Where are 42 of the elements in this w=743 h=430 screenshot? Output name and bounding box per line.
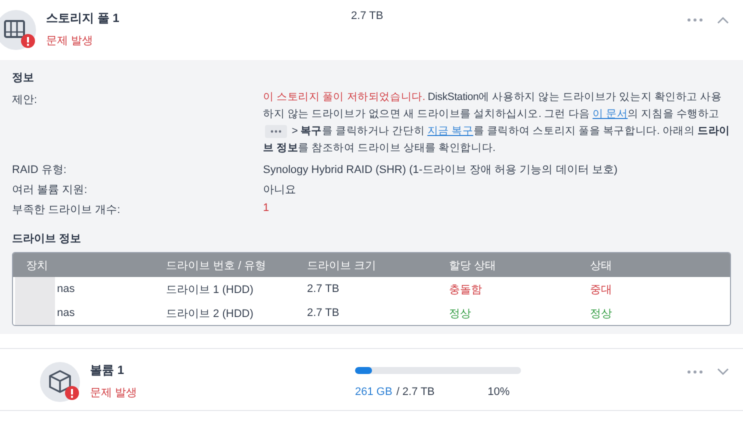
field-label: 제안: — [12, 93, 38, 108]
section-heading: 드라이브 정보 — [12, 232, 82, 246]
suggestion-text: 이 스토리지 풀이 저하되었습니다. DiskStation에 사용하지 않는 드라이브가 있는지 확인하고 사용하지 않는 드라이브가 없으면 새 드라이브를 설치하십시오. 그런 다음 이 문서의 지침을 수행하고 > 복구를 클릭하거나 간단히 지금 복구를 클릭하여 스토리지 풀을 복구합니다. 아래의 드라이브 정보를 참조하여 드라이브 상태를 확인합니다. — [263, 90, 731, 156]
more-icon — [687, 18, 703, 22]
table-cell-text: 드라이브 1 (HDD) — [165, 282, 254, 296]
more-icon — [687, 370, 703, 374]
pool-title: 스토리지 풀 1 — [46, 10, 120, 27]
blurred-region — [15, 277, 55, 301]
link[interactable]: 이 문서 — [592, 108, 628, 120]
used-space: 261 GB — [355, 386, 392, 398]
field-value: 1 — [263, 202, 270, 216]
column-header: 상태 — [589, 258, 613, 272]
column-header: 장치 — [25, 258, 49, 272]
table-cell: nas — [57, 283, 75, 295]
table-cell-text: 2.7 TB — [306, 283, 340, 295]
table-cell-text: 2.7 TB — [306, 307, 340, 319]
pool-size: 2.7 TB — [351, 10, 384, 22]
table-cell-text: 정상 — [448, 306, 472, 320]
collapse-chevron-icon[interactable] — [717, 16, 729, 24]
table-cell-text: 중대 — [589, 282, 613, 296]
total-space: / 2.7 TB — [396, 386, 435, 398]
table-cell-text: 드라이브 2 (HDD) — [165, 306, 254, 320]
column-header: 드라이브 크기 — [306, 258, 378, 272]
link[interactable]: 지금 복구 — [427, 125, 474, 137]
field-label: RAID 유형: — [12, 163, 68, 177]
table-cell-text: 충돌함 — [448, 282, 483, 296]
expand-chevron-icon[interactable] — [717, 368, 729, 376]
usage-percent: 10% — [488, 386, 510, 398]
table-cell: nas — [57, 307, 75, 319]
field-value: 아니요 — [263, 183, 297, 197]
field-label: 부족한 드라이브 개수: — [12, 203, 122, 217]
column-header: 드라이브 번호 / 유형 — [165, 258, 268, 272]
column-header: 할당 상태 — [448, 258, 498, 272]
section-heading: 정보 — [12, 71, 35, 85]
status-text: 문제 발생 — [90, 386, 138, 400]
more-icon — [265, 124, 287, 138]
status-text: 문제 발생 — [46, 34, 94, 48]
table-cell-text: 정상 — [589, 306, 613, 320]
field-label: 여러 볼륨 지원: — [12, 183, 88, 197]
blurred-region — [15, 301, 55, 325]
pool-title: 볼륨 1 — [90, 362, 126, 379]
field-value: Synology Hybrid RAID (SHR) (1-드라이브 장애 허용 기능의 데이터 보호) — [263, 163, 618, 177]
